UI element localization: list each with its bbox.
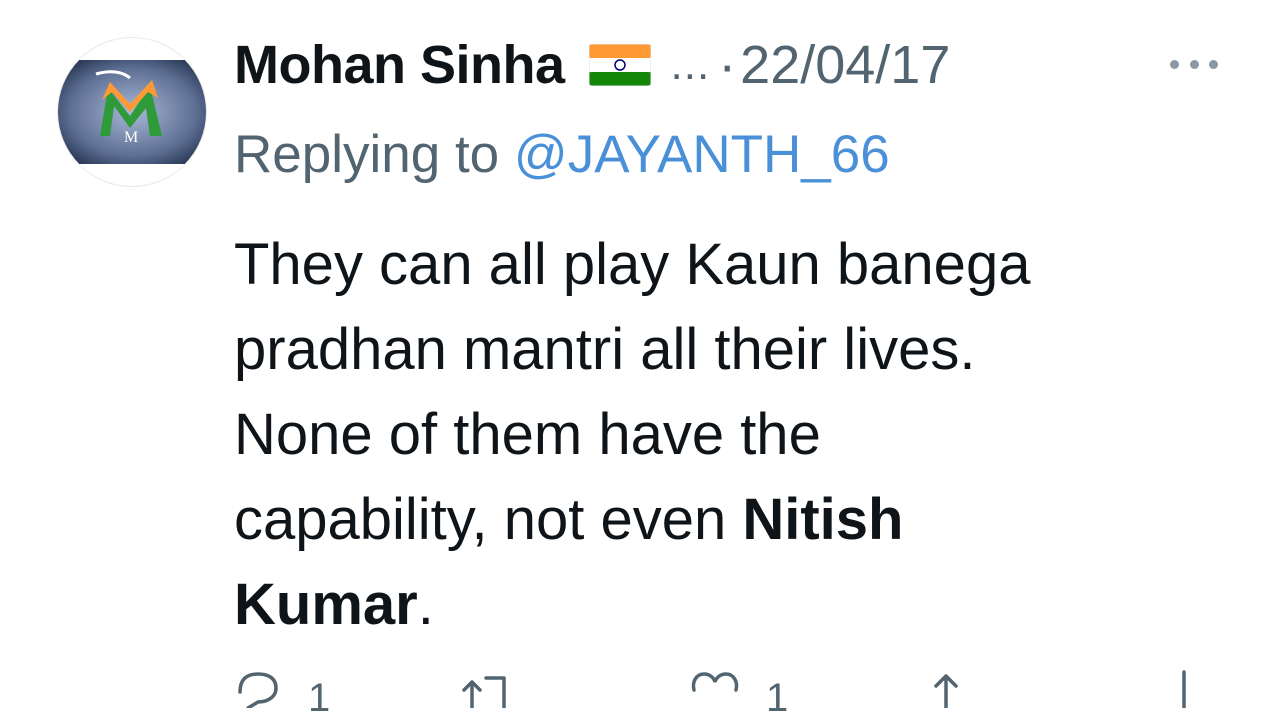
avatar-letter: M [124, 129, 138, 146]
replying-to-label: Replying to [234, 125, 514, 184]
retweet-button[interactable] [460, 668, 516, 708]
avatar[interactable]: M [57, 37, 207, 187]
header-separator: · [718, 35, 737, 95]
replying-to: Replying to @JAYANTH_66 [234, 124, 890, 185]
tweet-timestamp[interactable]: 22/04/17 [740, 34, 950, 96]
tweet-text-segment: . [417, 572, 434, 637]
reply-mention-link[interactable]: @JAYANTH_66 [514, 125, 890, 184]
share-icon [934, 674, 958, 708]
tweet-header: Mohan Sinha ... · 22/04/17 [234, 30, 950, 100]
reply-button[interactable]: 1 [234, 668, 330, 721]
retweet-icon [462, 676, 506, 708]
like-count: 1 [766, 676, 789, 720]
heart-icon [691, 672, 739, 692]
reply-count: 1 [308, 676, 331, 720]
tweet-text-line: None of them have the [234, 402, 821, 467]
more-icon[interactable] [1170, 52, 1218, 76]
tweet-actions: 1 1 [234, 668, 1234, 720]
share-button[interactable] [926, 668, 966, 708]
tweet-text-line: pradhan mantri all their lives. [234, 317, 976, 382]
tweet-text-line: They can all play Kaun banega [234, 232, 1031, 297]
india-flag-icon [588, 43, 651, 87]
analytics-button[interactable] [1164, 668, 1204, 708]
tweet-text-line: Kumar. [234, 562, 1244, 647]
like-button[interactable]: 1 [690, 668, 788, 721]
reply-icon [238, 672, 278, 708]
name-truncation: ... [670, 40, 711, 89]
tweet-text: They can all play Kaun banega pradhan ma… [234, 222, 1244, 647]
tweet[interactable]: M Mohan Sinha ... · 22/04/17 Replying to… [0, 0, 1282, 720]
tweet-text-bold: Nitish [742, 487, 904, 552]
tweet-text-line: capability, not even Nitish [234, 477, 1244, 562]
analytics-icon [1182, 670, 1186, 708]
tweet-text-bold: Kumar [234, 572, 418, 637]
tweet-text-segment: capability, not even [234, 487, 743, 552]
author-display-name[interactable]: Mohan Sinha [234, 34, 565, 96]
avatar-image: M [58, 60, 206, 164]
